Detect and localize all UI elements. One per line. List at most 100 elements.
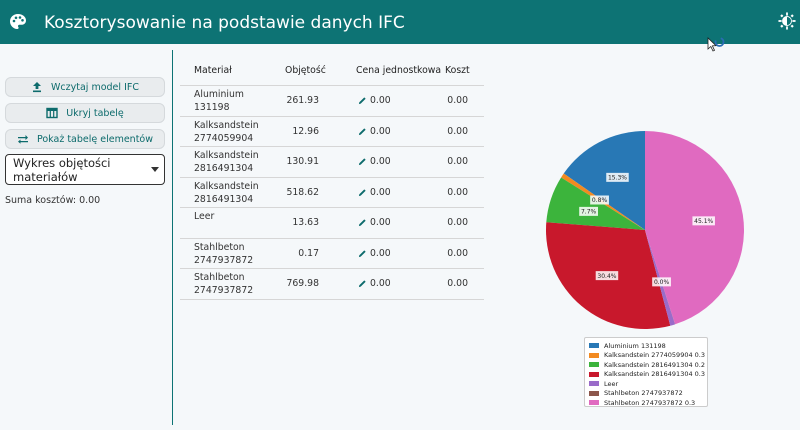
header-volume: Objętość — [285, 65, 326, 76]
legend-item: Kalksandstein 2774059904 0.3 — [585, 351, 707, 361]
cost-value: 0.00 — [447, 125, 468, 137]
legend-swatch — [589, 400, 599, 406]
unit-price-value: 0.00 — [370, 247, 391, 259]
unit-price-value: 0.00 — [370, 95, 391, 106]
swap-icon — [17, 135, 28, 144]
table-icon — [46, 107, 58, 119]
cost-value: 0.00 — [447, 95, 468, 106]
material-name: Kalksandstein 2816491304 0.2 — [194, 150, 259, 177]
unit-price-cell[interactable]: 0.00 — [358, 95, 391, 106]
header-cost: Koszt — [445, 65, 470, 76]
legend-item: Leer — [585, 379, 707, 389]
legend-item: Stahlbeton 2747937872 0.3 — [585, 398, 707, 408]
unit-price-value: 0.00 — [370, 125, 391, 137]
chevron-down-icon — [151, 167, 159, 172]
legend-item: Kalksandstein 2816491304 0.2 — [585, 360, 707, 370]
unit-price-cell[interactable]: 0.00 — [358, 187, 391, 198]
upload-icon — [33, 82, 42, 93]
legend-swatch — [589, 390, 599, 396]
table-body: Aluminium 131198 261.93 0.00 0.00 Kalksandst… — [180, 86, 484, 300]
chart-legend: Aluminium 131198 Kalksandstein 2774059904… — [584, 337, 708, 407]
legend-label: Leer — [604, 379, 619, 388]
pie-data-label: 15.3% — [606, 172, 629, 182]
svg-text:15.3%: 15.3% — [608, 175, 627, 182]
app-bar: Kosztorysowanie na podstawie danych IFC — [0, 0, 800, 44]
chart-type-select[interactable]: Wykres objętości materiałów — [5, 154, 165, 185]
unit-price-cell[interactable]: 0.00 — [358, 278, 391, 289]
cost-value: 0.00 — [447, 217, 468, 228]
pencil-icon[interactable] — [358, 188, 367, 197]
material-name: Leer — [194, 211, 215, 222]
busy-cursor-icon — [707, 37, 725, 52]
cost-value: 0.00 — [447, 278, 468, 289]
pencil-icon[interactable] — [358, 127, 367, 136]
pie-data-label: 7.7% — [579, 206, 598, 216]
show-elements-table-button[interactable]: Pokaż tabelę elementów — [5, 129, 165, 149]
svg-text:30.4%: 30.4% — [597, 273, 616, 280]
material-name: Kalksandstein 2774059904 0.3 — [194, 119, 259, 147]
table-row: Aluminium 131198 261.93 0.00 0.00 — [180, 86, 484, 117]
unit-price-cell[interactable]: 0.00 — [358, 156, 391, 167]
cost-value: 0.00 — [447, 156, 468, 167]
svg-text:0.8%: 0.8% — [592, 197, 608, 204]
page-title: Kosztorysowanie na podstawie danych IFC — [44, 13, 405, 33]
legend-label: Kalksandstein 2816491304 0.3 — [604, 370, 706, 379]
pie-data-label: 0.0% — [652, 277, 671, 287]
materials-table: Materiał Objętość Cena jednostkowa Koszt… — [180, 54, 484, 300]
volume-value: 769.98 — [286, 278, 319, 289]
legend-item: Stahlbeton 2747937872 — [585, 389, 707, 399]
chart-type-value: Wykres objętości materiałów — [13, 155, 111, 184]
panel-divider — [172, 50, 173, 425]
header-material: Materiał — [194, 65, 232, 76]
legend-label: Aluminium 131198 — [604, 341, 666, 350]
header-unit-price: Cena jednostkowa — [356, 65, 442, 76]
svg-text:0.0%: 0.0% — [654, 279, 670, 286]
table-row: Kalksandstein 2816491304 0.3 518.62 0.00 0.… — [180, 178, 484, 208]
legend-swatch — [589, 352, 599, 358]
cost-value: 0.00 — [447, 186, 468, 198]
unit-price-value: 0.00 — [370, 217, 391, 228]
pencil-icon[interactable] — [358, 157, 367, 166]
table-row: Kalksandstein 2774059904 0.3 12.96 0.00 0.0… — [180, 117, 484, 147]
svg-text:45.1%: 45.1% — [694, 218, 713, 225]
legend-item: Aluminium 131198 — [585, 341, 707, 351]
legend-label: Kalksandstein 2774059904 0.3 — [604, 351, 706, 360]
volume-value: 0.17 — [298, 247, 319, 259]
volume-value: 518.62 — [286, 186, 319, 198]
sidebar: Wczytaj model IFC Ukryj tabelę Pokaż tab… — [0, 44, 172, 430]
show-elements-label: Pokaż tabelę elementów — [36, 133, 154, 145]
volume-value: 130.91 — [286, 156, 319, 167]
legend-label: Stahlbeton 2747937872 0.3 — [604, 398, 696, 407]
unit-price-cell[interactable]: 0.00 — [358, 217, 391, 228]
table-row: Leer 13.63 0.00 0.00 — [180, 208, 484, 239]
load-ifc-label: Wczytaj model IFC — [51, 81, 139, 93]
hide-table-button[interactable]: Ukryj tabelę — [5, 103, 165, 123]
pencil-icon[interactable] — [358, 279, 367, 288]
palette-icon[interactable] — [8, 12, 28, 32]
hide-table-label: Ukryj tabelę — [66, 107, 124, 119]
legend-swatch — [589, 371, 599, 377]
legend-swatch — [589, 381, 599, 387]
material-name: Stahlbeton 2747937872 0.3 — [194, 272, 254, 299]
unit-price-value: 0.00 — [370, 156, 391, 167]
legend-swatch — [589, 343, 599, 349]
material-name: Stahlbeton 2747937872 — [194, 241, 254, 266]
load-ifc-button[interactable]: Wczytaj model IFC — [5, 77, 165, 97]
theme-toggle-icon[interactable] — [778, 12, 796, 30]
legend-label: Stahlbeton 2747937872 — [604, 389, 683, 398]
unit-price-value: 0.00 — [370, 278, 391, 289]
volume-value: 261.93 — [286, 95, 319, 106]
pie-data-label: 0.8% — [590, 195, 609, 205]
svg-text:7.7%: 7.7% — [581, 209, 597, 216]
pie-data-label: 45.1% — [692, 216, 715, 226]
legend-item: Kalksandstein 2816491304 0.3 — [585, 370, 707, 380]
pencil-icon[interactable] — [358, 249, 367, 258]
table-row: Kalksandstein 2816491304 0.2 130.91 0.00 0.… — [180, 147, 484, 178]
pie-data-label: 30.4% — [595, 271, 619, 281]
pencil-icon[interactable] — [358, 218, 367, 227]
table-header: Materiał Objętość Cena jednostkowa Koszt — [180, 54, 484, 86]
pencil-icon[interactable] — [358, 96, 367, 105]
table-row: Stahlbeton 2747937872 0.17 0.00 0.00 — [180, 239, 484, 269]
unit-price-cell[interactable]: 0.00 — [358, 126, 391, 137]
unit-price-cell[interactable]: 0.00 — [358, 248, 391, 259]
